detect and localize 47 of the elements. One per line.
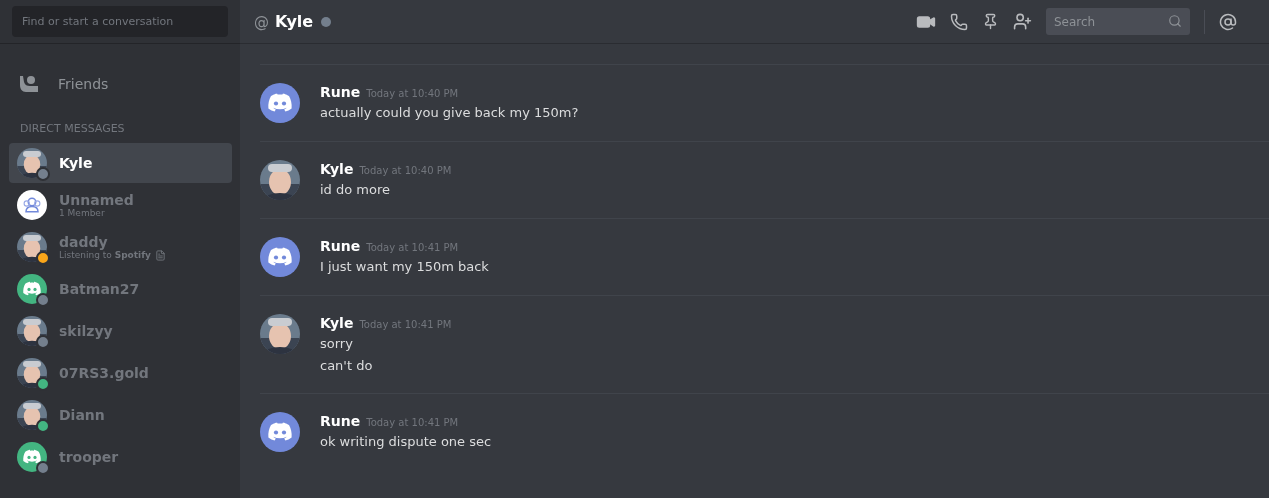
message-text: can't do <box>320 357 374 375</box>
friends-link[interactable]: Friends <box>0 64 240 104</box>
dm-item[interactable]: Unnamed 1 Member <box>9 185 232 225</box>
user-name: daddy <box>59 233 109 250</box>
dm-item[interactable]: Kyle <box>9 143 232 183</box>
message-text: sorry <box>320 335 354 353</box>
author-name: Rune <box>320 84 361 100</box>
timestamp: Today at 10:40 PM <box>359 165 452 176</box>
phone-icon[interactable] <box>950 12 968 31</box>
dm-item[interactable]: Diann <box>9 395 232 435</box>
mention-icon[interactable] <box>1219 12 1237 31</box>
section-title: DIRECT MESSAGES <box>19 122 126 135</box>
author-name: Kyle <box>320 161 354 177</box>
dm-item[interactable]: daddy Listening to Spotify <box>9 227 232 267</box>
dm-item[interactable]: skilzyy <box>9 311 232 351</box>
friends-icon <box>18 75 40 93</box>
dm-item[interactable]: trooper <box>9 437 232 477</box>
add-user-icon[interactable] <box>1013 12 1032 31</box>
timestamp: Today at 10:41 PM <box>366 417 459 428</box>
message-text: I just want my 150m back <box>320 258 489 276</box>
message-text: id do more <box>320 181 391 199</box>
timestamp: Today at 10:41 PM <box>359 319 452 330</box>
group-avatar-icon <box>17 190 47 220</box>
user-name: Unnamed <box>59 192 134 208</box>
author-name: Rune <box>320 238 361 254</box>
search-field[interactable]: Search <box>1046 8 1190 35</box>
user-name: 07RS3.gold <box>59 365 149 381</box>
timestamp: Today at 10:41 PM <box>366 242 459 253</box>
search-icon <box>1168 14 1182 28</box>
search-field[interactable]: Find or start a conversation <box>12 6 228 37</box>
pin-icon[interactable] <box>982 13 999 30</box>
user-name: skilzyy <box>59 323 113 339</box>
status-text: Listening to Spotify <box>59 250 151 260</box>
user-name: Batman27 <box>59 281 140 297</box>
user-name: Kyle <box>59 155 93 171</box>
author-name: Kyle <box>320 315 354 331</box>
user-name: Diann <box>59 407 105 423</box>
author-name: Rune <box>320 413 361 429</box>
at-sign: @ <box>254 12 269 31</box>
status-text: 1 Member <box>59 208 105 218</box>
timestamp: Today at 10:40 PM <box>366 88 459 99</box>
message-text: actually could you give back my 150m? <box>320 104 579 122</box>
dm-item[interactable]: 07RS3.gold <box>9 353 232 393</box>
user-name: trooper <box>59 449 119 465</box>
dm-item[interactable]: Batman27 <box>9 269 232 309</box>
message-text: ok writing dispute one sec <box>320 433 492 451</box>
channel-title: Kyle <box>275 12 314 31</box>
